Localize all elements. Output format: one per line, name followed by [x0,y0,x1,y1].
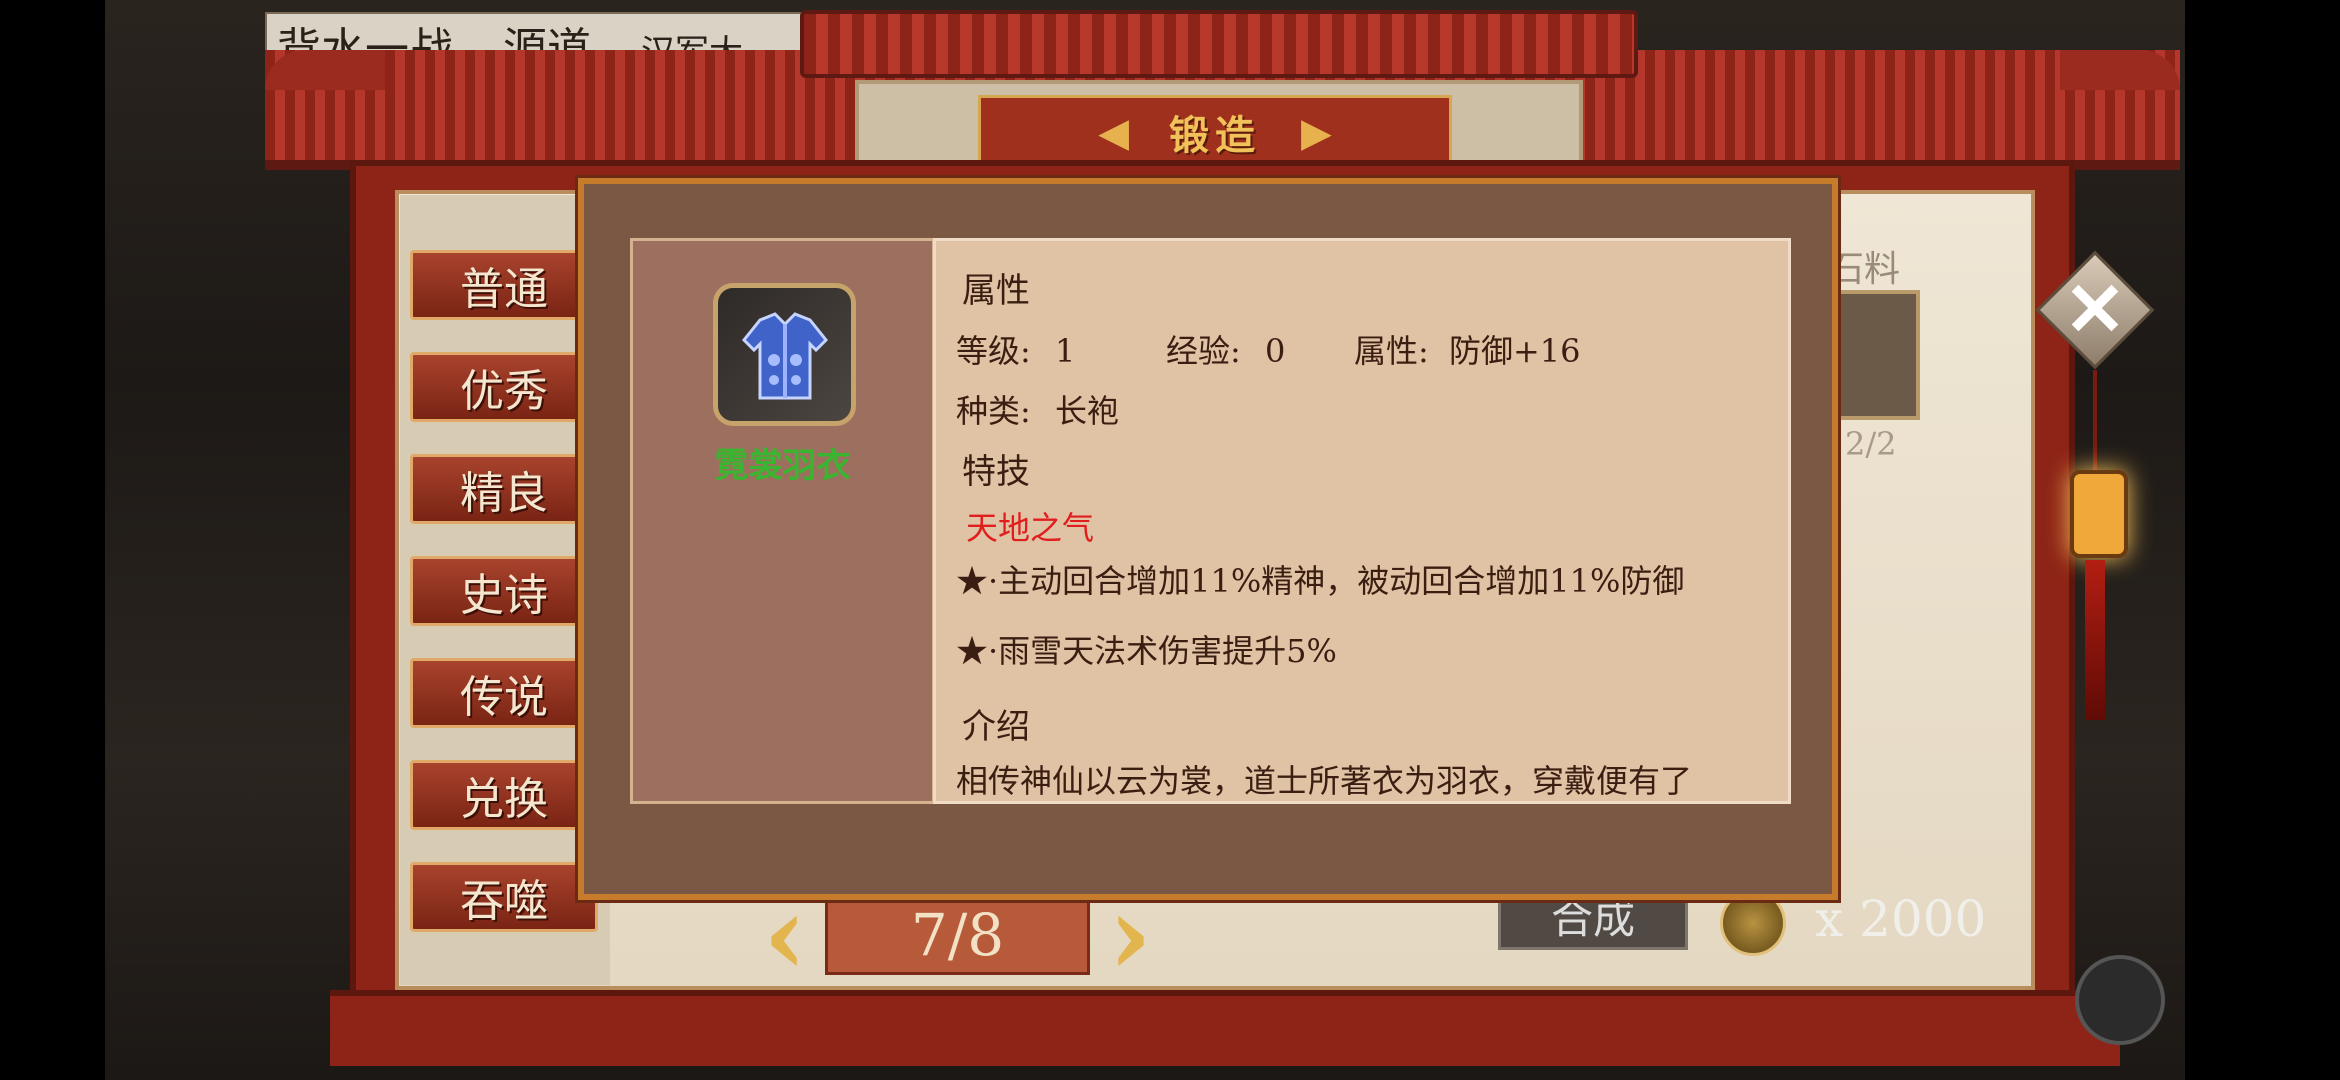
item-info-panel: 属性 等级: 1 经验: 0 属性: 防御+16 种类: 长袍 特技 天地之气 … [933,238,1791,804]
type-label: 种类: [956,392,1031,430]
intro-text: 相传神仙以云为裳，道士所著衣为羽衣，穿戴便有了 [956,762,1693,800]
category-button-legend[interactable]: 传说 [410,658,598,728]
intro-heading: 介绍 [962,707,1030,747]
chevron-left-icon[interactable]: ‹ [755,880,815,990]
material-count: 2/2 [1845,425,1897,463]
skill-name: 天地之气 [966,509,1095,547]
category-button-excellent[interactable]: 优秀 [410,352,598,422]
cost-text: x 2000 [1815,890,1987,948]
title-right-ornament-icon: ▶ [1301,108,1332,156]
skill-effect-1: ★·主动回合增加11%精神，被动回合增加11%防御 [956,562,1685,600]
tassel-decoration [2085,560,2105,720]
page-indicator: 7/8 [825,895,1090,975]
chevron-right-icon[interactable]: › [1100,880,1160,990]
level-label: 等级: [956,332,1031,370]
category-button-devour[interactable]: 吞噬 [410,862,598,932]
skills-heading: 特技 [962,452,1030,492]
skill-effect-2: ★·雨雪天法术伤害提升5% [956,632,1337,670]
category-button-common[interactable]: 普通 [410,250,598,320]
material-label: 石料 [1828,249,1901,290]
level-value: 1 [1054,332,1076,370]
close-icon: ✕ [2063,267,2126,353]
type-row: 种类: 长袍 [956,386,1119,432]
roof-left-eave [265,50,385,90]
category-button-epic[interactable]: 史诗 [410,556,598,626]
exp-value: 0 [1264,332,1286,370]
roof-right-eave [2060,50,2180,90]
level-row: 等级: 1 [956,326,1075,372]
category-button-fine[interactable]: 精良 [410,454,598,524]
exp-label: 经验: [1166,332,1241,370]
title-left-ornament-icon: ◀ [1098,108,1129,156]
attr-value: 防御+16 [1448,332,1581,370]
menu-grid-icon[interactable] [2075,955,2165,1045]
item-name: 霓裳羽衣 [714,446,851,486]
roof-center-decoration [800,10,1638,78]
attr-row: 属性: 防御+16 [1354,326,1581,372]
attr-label: 属性: [1354,332,1429,370]
close-button[interactable]: ✕ [2035,250,2155,370]
category-button-exchange[interactable]: 兑换 [410,760,598,830]
lantern-string [2093,370,2097,470]
lantern-icon [2070,470,2128,558]
bottom-frame-bar [330,990,2120,1066]
robe-icon [713,283,856,426]
attributes-heading: 属性 [962,271,1030,311]
type-value: 长袍 [1054,392,1119,430]
exp-row: 经验: 0 [1166,326,1285,372]
title-banner: ◀ 锻造 ▶ [978,95,1452,169]
page-title: 锻造 [1169,112,1261,159]
